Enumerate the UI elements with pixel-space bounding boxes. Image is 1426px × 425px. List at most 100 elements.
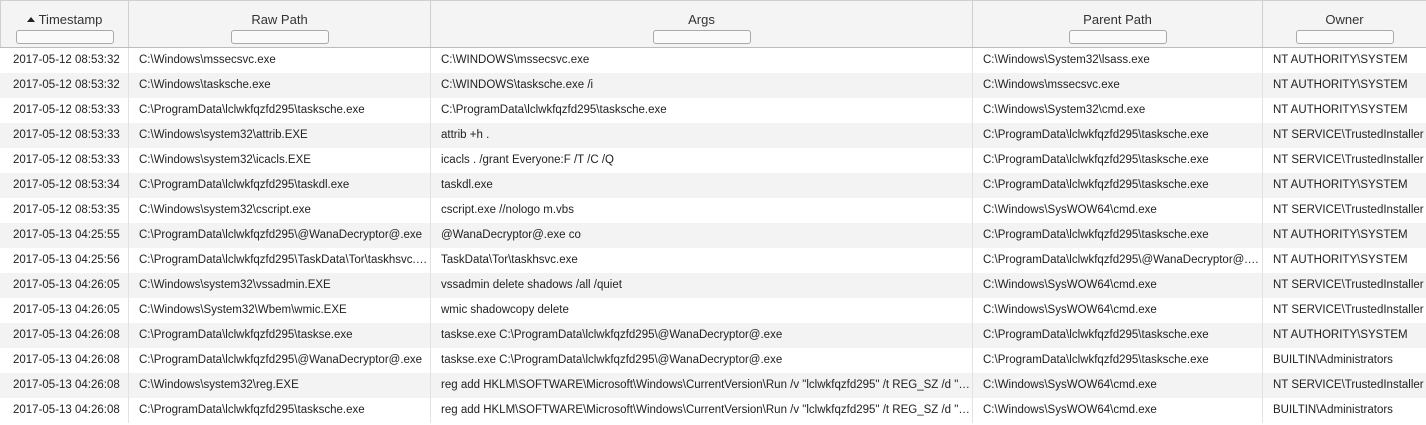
owner-cell: NT AUTHORITY\SYSTEM (1273, 254, 1408, 266)
scrollbar[interactable] (1422, 48, 1426, 425)
args-cell: C:\ProgramData\lclwkfqzfd295\tasksche.ex… (431, 98, 973, 123)
table-row[interactable]: 2017-05-12 08:53:32 C:\Windows\mssecsvc.… (0, 48, 1426, 73)
timestamp-cell: 2017-05-13 04:26:05 (0, 273, 129, 298)
raw-path-cell: C:\ProgramData\lclwkfqzfd295\@WanaDecryp… (129, 348, 431, 373)
table-row[interactable]: 2017-05-13 04:25:56 C:\ProgramData\lclwk… (0, 248, 1426, 273)
timestamp-cell: 2017-05-12 08:53:33 (0, 98, 129, 123)
raw-path-cell: C:\Windows\mssecsvc.exe (129, 48, 431, 73)
owner-cell: NT SERVICE\TrustedInstaller (1273, 154, 1424, 166)
raw-path-cell: C:\ProgramData\lclwkfqzfd295\TaskData\To… (129, 248, 431, 273)
timestamp-cell: 2017-05-13 04:26:05 (0, 298, 129, 323)
owner-cell: NT SERVICE\TrustedInstaller (1273, 204, 1424, 216)
table-row[interactable]: 2017-05-12 08:53:33 C:\ProgramData\lclwk… (0, 98, 1426, 123)
timestamp-cell: 2017-05-13 04:25:56 (0, 248, 129, 273)
owner-cell: NT SERVICE\TrustedInstaller (1273, 129, 1424, 141)
column-header-args[interactable]: Args (431, 1, 973, 47)
table-row[interactable]: 2017-05-13 04:26:05 C:\Windows\system32\… (0, 273, 1426, 298)
parent-path-cell: C:\ProgramData\lclwkfqzfd295\tasksche.ex… (973, 173, 1263, 198)
args-cell: cscript.exe //nologo m.vbs (431, 198, 973, 223)
raw-path-cell: C:\Windows\tasksche.exe (129, 73, 431, 98)
raw-path-cell: C:\Windows\System32\Wbem\wmic.EXE (129, 298, 431, 323)
column-label: Timestamp (38, 12, 103, 27)
sort-timestamp[interactable]: Timestamp (26, 12, 103, 28)
grid-body: 2017-05-12 08:53:32 C:\Windows\mssecsvc.… (0, 48, 1426, 423)
timestamp-cell: 2017-05-13 04:26:08 (0, 373, 129, 398)
parent-path-cell: C:\Windows\SysWOW64\cmd.exe (973, 398, 1263, 423)
args-cell: taskse.exe C:\ProgramData\lclwkfqzfd295\… (431, 348, 973, 373)
args-cell: reg add HKLM\SOFTWARE\Microsoft\Windows\… (431, 373, 973, 398)
parent-path-cell: C:\ProgramData\lclwkfqzfd295\tasksche.ex… (973, 323, 1263, 348)
timestamp-cell: 2017-05-13 04:26:08 (0, 348, 129, 373)
args-cell: reg add HKLM\SOFTWARE\Microsoft\Windows\… (431, 398, 973, 423)
grid-header: Timestamp Raw Path Args Parent Path Owne… (0, 0, 1426, 48)
table-row[interactable]: 2017-05-12 08:53:32 C:\Windows\tasksche.… (0, 73, 1426, 98)
column-label: Parent Path (1083, 12, 1152, 27)
column-header-parent-path[interactable]: Parent Path (973, 1, 1263, 47)
timestamp-cell: 2017-05-12 08:53:32 (0, 73, 129, 98)
parent-path-cell: C:\ProgramData\lclwkfqzfd295\tasksche.ex… (973, 223, 1263, 248)
parent-path-cell: C:\Windows\SysWOW64\cmd.exe (973, 198, 1263, 223)
args-cell: wmic shadowcopy delete (431, 298, 973, 323)
parent-path-filter-input[interactable] (1068, 30, 1167, 44)
table-row[interactable]: 2017-05-13 04:26:05 C:\Windows\System32\… (0, 298, 1426, 323)
table-row[interactable]: 2017-05-13 04:25:55 C:\ProgramData\lclwk… (0, 223, 1426, 248)
raw-path-filter-input[interactable] (230, 30, 329, 44)
raw-path-cell: C:\ProgramData\lclwkfqzfd295\tasksche.ex… (129, 98, 431, 123)
column-label: Raw Path (251, 12, 308, 27)
table-row[interactable]: 2017-05-13 04:26:08 C:\ProgramData\lclwk… (0, 348, 1426, 373)
table-row[interactable]: 2017-05-12 08:53:33 C:\Windows\system32\… (0, 123, 1426, 148)
timestamp-cell: 2017-05-12 08:53:33 (0, 123, 129, 148)
raw-path-cell: C:\ProgramData\lclwkfqzfd295\tasksche.ex… (129, 398, 431, 423)
owner-cell: NT AUTHORITY\SYSTEM (1273, 179, 1408, 191)
table-row[interactable]: 2017-05-12 08:53:35 C:\Windows\system32\… (0, 198, 1426, 223)
args-cell: @WanaDecryptor@.exe co (431, 223, 973, 248)
table-row[interactable]: 2017-05-13 04:26:08 C:\ProgramData\lclwk… (0, 323, 1426, 348)
parent-path-cell: C:\ProgramData\lclwkfqzfd295\@WanaDecryp… (973, 248, 1263, 273)
timestamp-cell: 2017-05-13 04:26:08 (0, 398, 129, 423)
parent-path-cell: C:\ProgramData\lclwkfqzfd295\tasksche.ex… (973, 123, 1263, 148)
raw-path-cell: C:\ProgramData\lclwkfqzfd295\taskse.exe (129, 323, 431, 348)
raw-path-cell: C:\ProgramData\lclwkfqzfd295\taskdl.exe (129, 173, 431, 198)
args-cell: TaskData\Tor\taskhsvc.exe (431, 248, 973, 273)
parent-path-cell: C:\ProgramData\lclwkfqzfd295\tasksche.ex… (973, 348, 1263, 373)
raw-path-cell: C:\ProgramData\lclwkfqzfd295\@WanaDecryp… (129, 223, 431, 248)
column-header-timestamp[interactable]: Timestamp (0, 1, 129, 47)
parent-path-cell: C:\Windows\System32\cmd.exe (973, 98, 1263, 123)
timestamp-cell: 2017-05-13 04:25:55 (0, 223, 129, 248)
owner-cell: NT AUTHORITY\SYSTEM (1273, 79, 1408, 91)
parent-path-cell: C:\ProgramData\lclwkfqzfd295\tasksche.ex… (973, 148, 1263, 173)
raw-path-cell: C:\Windows\system32\icacls.EXE (129, 148, 431, 173)
owner-filter-input[interactable] (1295, 30, 1394, 44)
owner-cell: NT SERVICE\TrustedInstaller (1273, 279, 1424, 291)
args-cell: C:\WINDOWS\mssecsvc.exe (431, 48, 973, 73)
raw-path-cell: C:\Windows\system32\reg.EXE (129, 373, 431, 398)
owner-cell: BUILTIN\Administrators (1273, 354, 1393, 366)
table-row[interactable]: 2017-05-12 08:53:33 C:\Windows\system32\… (0, 148, 1426, 173)
args-cell: C:\WINDOWS\tasksche.exe /i (431, 73, 973, 98)
parent-path-cell: C:\Windows\SysWOW64\cmd.exe (973, 373, 1263, 398)
owner-cell: NT SERVICE\TrustedInstaller (1273, 304, 1424, 316)
table-row[interactable]: 2017-05-12 08:53:34 C:\ProgramData\lclwk… (0, 173, 1426, 198)
table-row[interactable]: 2017-05-13 04:26:08 C:\ProgramData\lclwk… (0, 398, 1426, 423)
args-cell: taskse.exe C:\ProgramData\lclwkfqzfd295\… (431, 323, 973, 348)
args-cell: icacls . /grant Everyone:F /T /C /Q (431, 148, 973, 173)
column-label: Args (688, 12, 715, 27)
args-cell: taskdl.exe (431, 173, 973, 198)
owner-cell: NT AUTHORITY\SYSTEM (1273, 329, 1408, 341)
parent-path-cell: C:\Windows\System32\lsass.exe (973, 48, 1263, 73)
args-cell: vssadmin delete shadows /all /quiet (431, 273, 973, 298)
parent-path-cell: C:\Windows\SysWOW64\cmd.exe (973, 273, 1263, 298)
parent-path-cell: C:\Windows\SysWOW64\cmd.exe (973, 298, 1263, 323)
process-events-grid: Timestamp Raw Path Args Parent Path Owne… (0, 0, 1426, 425)
raw-path-cell: C:\Windows\system32\vssadmin.EXE (129, 273, 431, 298)
timestamp-cell: 2017-05-12 08:53:32 (0, 48, 129, 73)
column-header-raw-path[interactable]: Raw Path (129, 1, 431, 47)
timestamp-cell: 2017-05-12 08:53:35 (0, 198, 129, 223)
timestamp-filter-input[interactable] (15, 30, 114, 44)
table-row[interactable]: 2017-05-13 04:26:08 C:\Windows\system32\… (0, 373, 1426, 398)
column-header-owner[interactable]: Owner (1263, 1, 1426, 47)
timestamp-cell: 2017-05-13 04:26:08 (0, 323, 129, 348)
owner-cell: NT SERVICE\TrustedInstaller (1273, 379, 1424, 391)
parent-path-cell: C:\Windows\mssecsvc.exe (973, 73, 1263, 98)
args-filter-input[interactable] (652, 30, 751, 44)
